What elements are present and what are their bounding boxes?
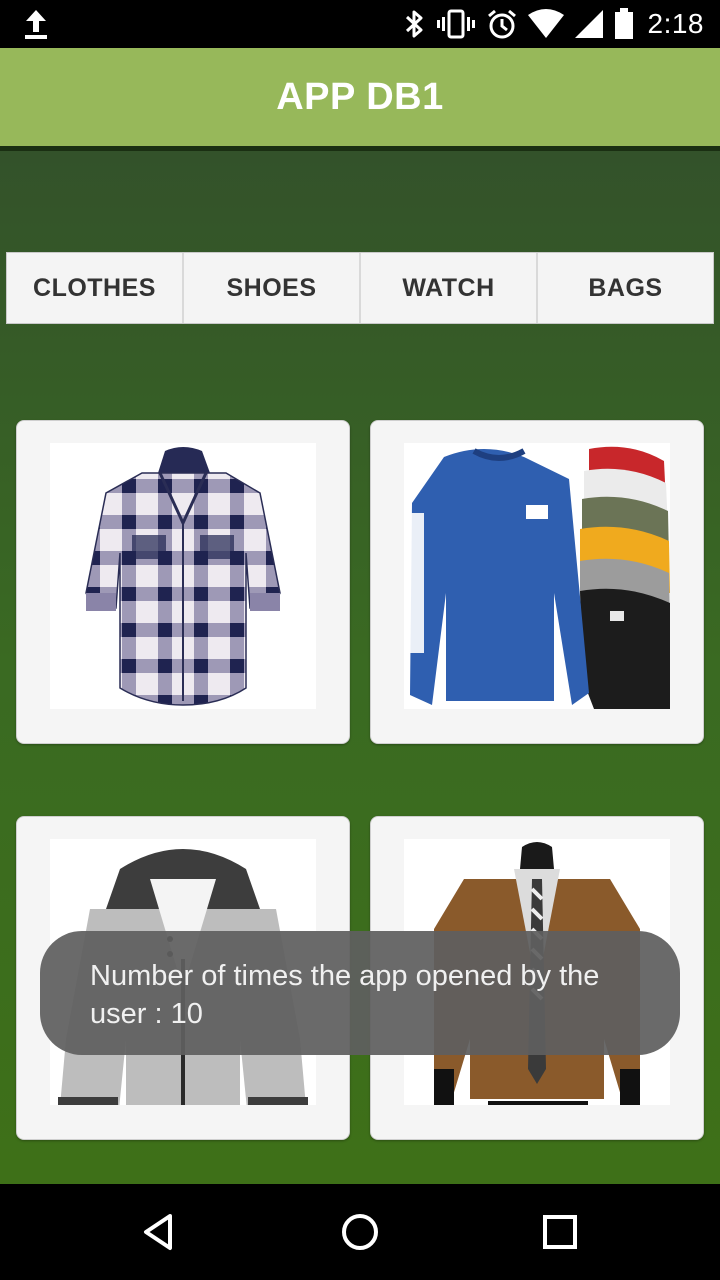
toast-message: Number of times the app opened by the us… — [40, 931, 680, 1055]
navigation-bar — [0, 1184, 720, 1280]
product-card-cat-tees[interactable] — [370, 420, 704, 744]
back-icon[interactable] — [136, 1208, 184, 1256]
status-time: 2:18 — [647, 8, 704, 39]
home-icon[interactable] — [336, 1208, 384, 1256]
upload-icon — [25, 10, 47, 39]
tab-clothes[interactable]: CLOTHES — [7, 253, 184, 323]
wifi-icon — [527, 9, 564, 38]
recents-icon[interactable] — [536, 1208, 584, 1256]
app-title: APP DB1 — [276, 75, 444, 118]
bluetooth-icon — [405, 10, 422, 38]
product-card-plaid-shirt[interactable] — [16, 420, 350, 744]
battery-icon — [614, 8, 633, 39]
status-bar: 2:18 — [0, 0, 720, 48]
tab-shoes[interactable]: SHOES — [184, 253, 361, 323]
app-bar: APP DB1 — [0, 48, 720, 146]
cat-tees-image — [404, 443, 670, 709]
tab-bags[interactable]: BAGS — [538, 253, 713, 323]
vibrate-icon — [436, 9, 475, 39]
category-tabs: CLOTHES SHOES WATCH BAGS — [6, 252, 714, 324]
alarm-icon — [487, 9, 516, 39]
signal-icon — [574, 10, 603, 38]
plaid-shirt-image — [50, 443, 316, 709]
tab-watch[interactable]: WATCH — [361, 253, 538, 323]
